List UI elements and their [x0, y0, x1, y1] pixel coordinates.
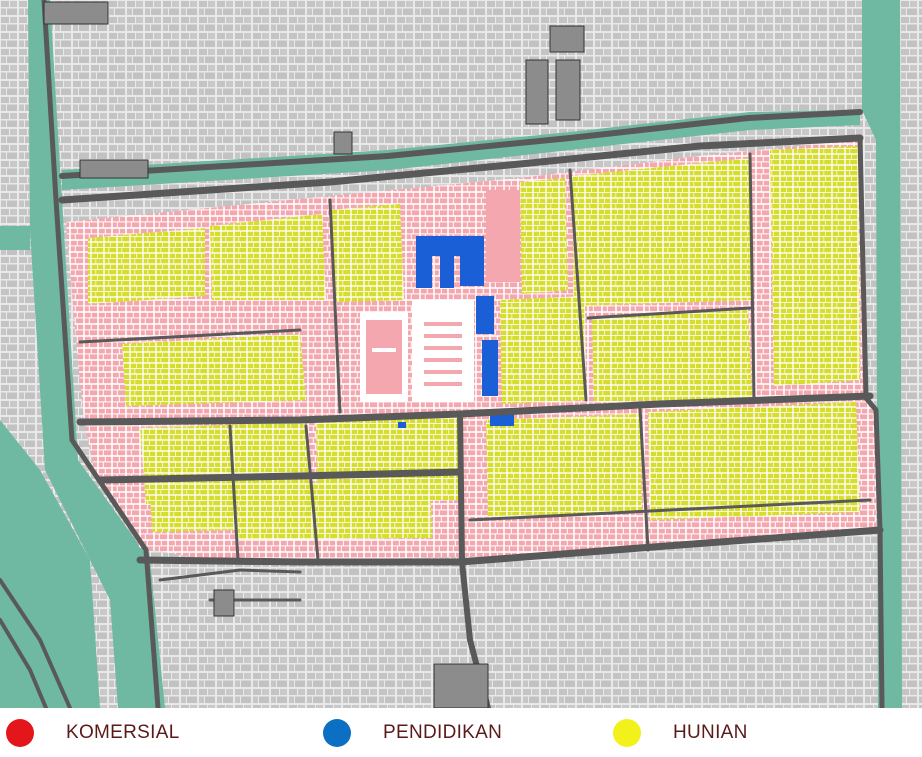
legend-item-komersial: KOMERSIAL [6, 708, 180, 757]
legend-label-komersial: KOMERSIAL [66, 721, 180, 743]
pendidikan-color-dot [323, 718, 351, 747]
legend-label-pendidikan: PENDIDIKAN [383, 721, 503, 743]
land-use-map [0, 0, 922, 708]
west-inlet [0, 226, 30, 250]
komersial-color-dot [6, 718, 34, 747]
legend-item-hunian: HUNIAN [613, 708, 748, 757]
hunian-color-dot [613, 718, 641, 747]
legend: KOMERSIAL PENDIDIKAN HUNIAN [0, 708, 922, 757]
legend-item-pendidikan: PENDIDIKAN [323, 708, 502, 757]
legend-label-hunian: HUNIAN [673, 721, 748, 743]
